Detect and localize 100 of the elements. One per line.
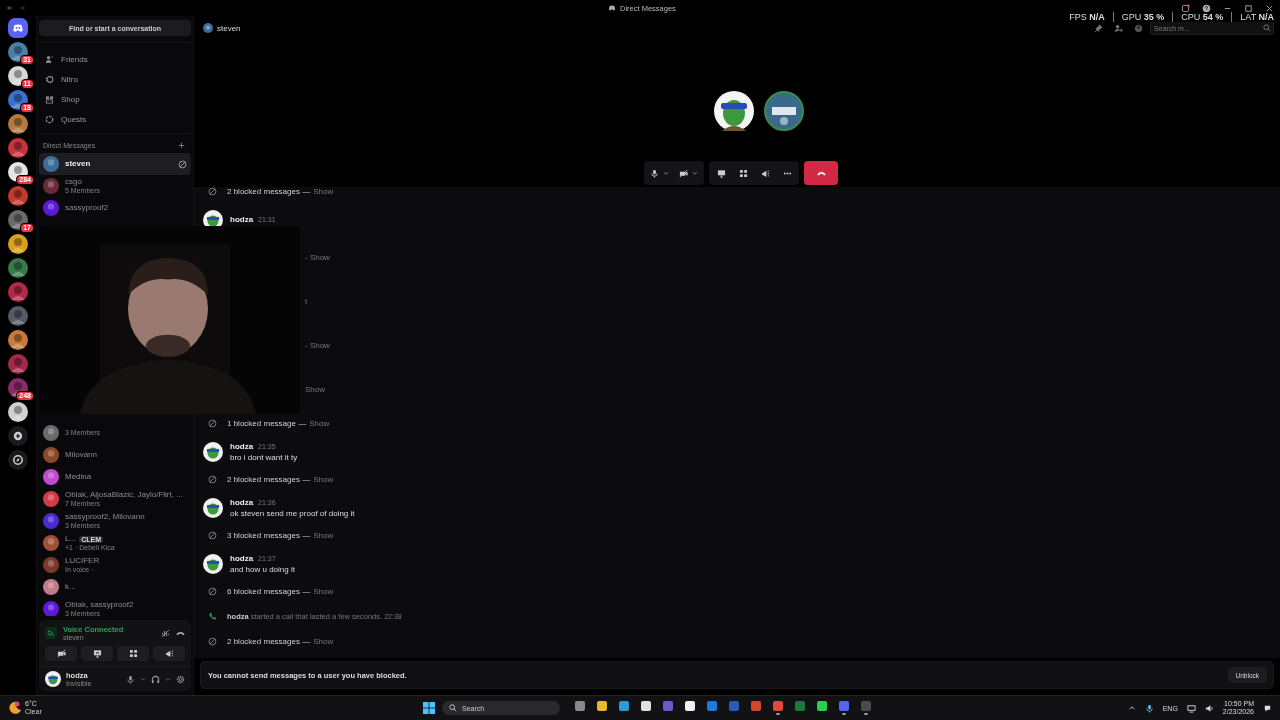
avatar[interactable] (203, 441, 223, 462)
show-link[interactable]: Show (313, 587, 334, 596)
dm-name: Oblak, sassyproof2 (65, 600, 134, 610)
nav-item[interactable]: Shop (39, 89, 191, 109)
compass-icon (12, 454, 24, 466)
notification-icon[interactable] (1263, 703, 1272, 713)
avatar (203, 23, 213, 33)
person-wave-icon (45, 54, 54, 64)
phone-icon (208, 612, 217, 621)
blocked-notice: 3 blocked messages — (227, 531, 311, 540)
shop-icon (45, 94, 54, 104)
microphone-icon[interactable] (1144, 703, 1154, 713)
start-icon[interactable] (422, 701, 436, 715)
nav-item[interactable]: Quests (39, 109, 191, 129)
help-icon[interactable] (1202, 3, 1211, 13)
dm-name: sassyproof2, Milovann (65, 512, 145, 522)
show-link[interactable]: Show (313, 475, 334, 484)
dm-name: k... (65, 582, 76, 592)
dm-item[interactable]: k... (39, 576, 191, 598)
dm-name: L... (65, 534, 77, 544)
avatar[interactable] (203, 553, 223, 574)
blocked-icon (208, 587, 217, 596)
profile-icon[interactable] (1134, 23, 1143, 33)
nav-item[interactable]: Nitro (39, 69, 191, 89)
performance-stat: FPS N/A (1069, 12, 1105, 22)
server-icon[interactable] (8, 234, 28, 254)
blocked-notice: 1 blocked message — (227, 419, 307, 428)
caret-icon[interactable] (140, 676, 146, 682)
caret-icon (692, 170, 698, 176)
author-name[interactable]: hodza (230, 441, 254, 451)
weather-moon-icon (8, 701, 22, 715)
dm-name: csgo (65, 177, 82, 187)
performance-stat: CPU 54 % (1181, 12, 1224, 22)
author-name[interactable]: hodza (230, 497, 254, 507)
server-icon[interactable] (8, 186, 28, 206)
speaker-icon[interactable] (1204, 703, 1214, 713)
screen-share-button[interactable] (81, 646, 113, 661)
settings-icon[interactable] (176, 674, 185, 684)
discord-home-button[interactable] (8, 18, 28, 38)
blocked-icon[interactable] (178, 159, 187, 169)
show-link[interactable]: Show (309, 419, 330, 428)
inbox-icon[interactable] (1181, 3, 1190, 13)
server-icon[interactable] (8, 114, 28, 134)
close-icon[interactable] (1265, 3, 1274, 13)
show-link[interactable]: Show (313, 531, 334, 540)
avatar[interactable] (203, 497, 223, 518)
plus-icon[interactable] (178, 142, 185, 149)
blocked-icon (208, 637, 217, 646)
camera-off-icon (56, 649, 66, 658)
performance-stat: LAT N/A (1240, 12, 1274, 22)
author-name[interactable]: hodza (230, 553, 254, 563)
pin-icon[interactable] (1094, 23, 1103, 33)
speaker-icon (164, 649, 174, 658)
avatar[interactable] (45, 671, 61, 687)
chevron-up-icon[interactable] (1127, 704, 1136, 712)
blocked-notice: 2 blocked messages — (227, 475, 311, 484)
message-fragment: - Show (305, 340, 330, 350)
camera-button[interactable] (45, 646, 77, 661)
plus-icon (12, 430, 24, 442)
discover-button[interactable] (8, 450, 28, 470)
screen-share-icon (716, 168, 726, 178)
monitor-icon[interactable] (1186, 703, 1196, 713)
microphone-icon[interactable] (126, 674, 135, 684)
blocked-icon (208, 419, 217, 428)
dm-item[interactable]: Milovann (39, 444, 191, 466)
blocked-icon (208, 531, 217, 540)
author-name[interactable]: hodza (230, 215, 254, 224)
speaker-icon (760, 168, 770, 178)
soundboard-button[interactable] (153, 646, 185, 661)
search-icon[interactable] (1263, 24, 1271, 32)
message-fragment: t (305, 296, 308, 306)
search-icon (449, 704, 457, 712)
screen-share-icon (92, 649, 102, 658)
nav-item[interactable]: Friends (39, 49, 191, 69)
quest-icon (45, 114, 54, 124)
dm-item[interactable]: sassyproof2 (39, 197, 191, 219)
server-icon[interactable] (8, 402, 28, 422)
noise-suppression-icon[interactable] (161, 628, 170, 638)
show-link[interactable]: Show (313, 637, 334, 646)
signal-icon (45, 627, 57, 639)
add-server-button[interactable] (8, 426, 28, 446)
server-icon[interactable] (8, 330, 28, 350)
activities-button[interactable] (117, 646, 149, 661)
message-fragment: - Show (305, 252, 330, 262)
show-link[interactable]: Show (313, 187, 334, 196)
add-friend-icon[interactable] (1114, 23, 1123, 33)
dm-item[interactable]: steven (39, 153, 191, 175)
blocked-icon (208, 187, 217, 196)
caret-icon (663, 170, 669, 176)
message-fragment: Show (305, 384, 325, 394)
caret-icon[interactable] (165, 676, 171, 682)
nitro-icon (45, 74, 54, 84)
headphones-icon[interactable] (151, 674, 160, 684)
blocked-icon (208, 475, 217, 484)
server-icon[interactable] (8, 258, 28, 278)
hang-up-button[interactable] (804, 161, 838, 185)
dm-name: Milovann (65, 450, 97, 460)
grid-icon (128, 649, 138, 658)
dm-item[interactable]: Medina (39, 466, 191, 488)
maximize-icon[interactable] (1244, 3, 1253, 13)
